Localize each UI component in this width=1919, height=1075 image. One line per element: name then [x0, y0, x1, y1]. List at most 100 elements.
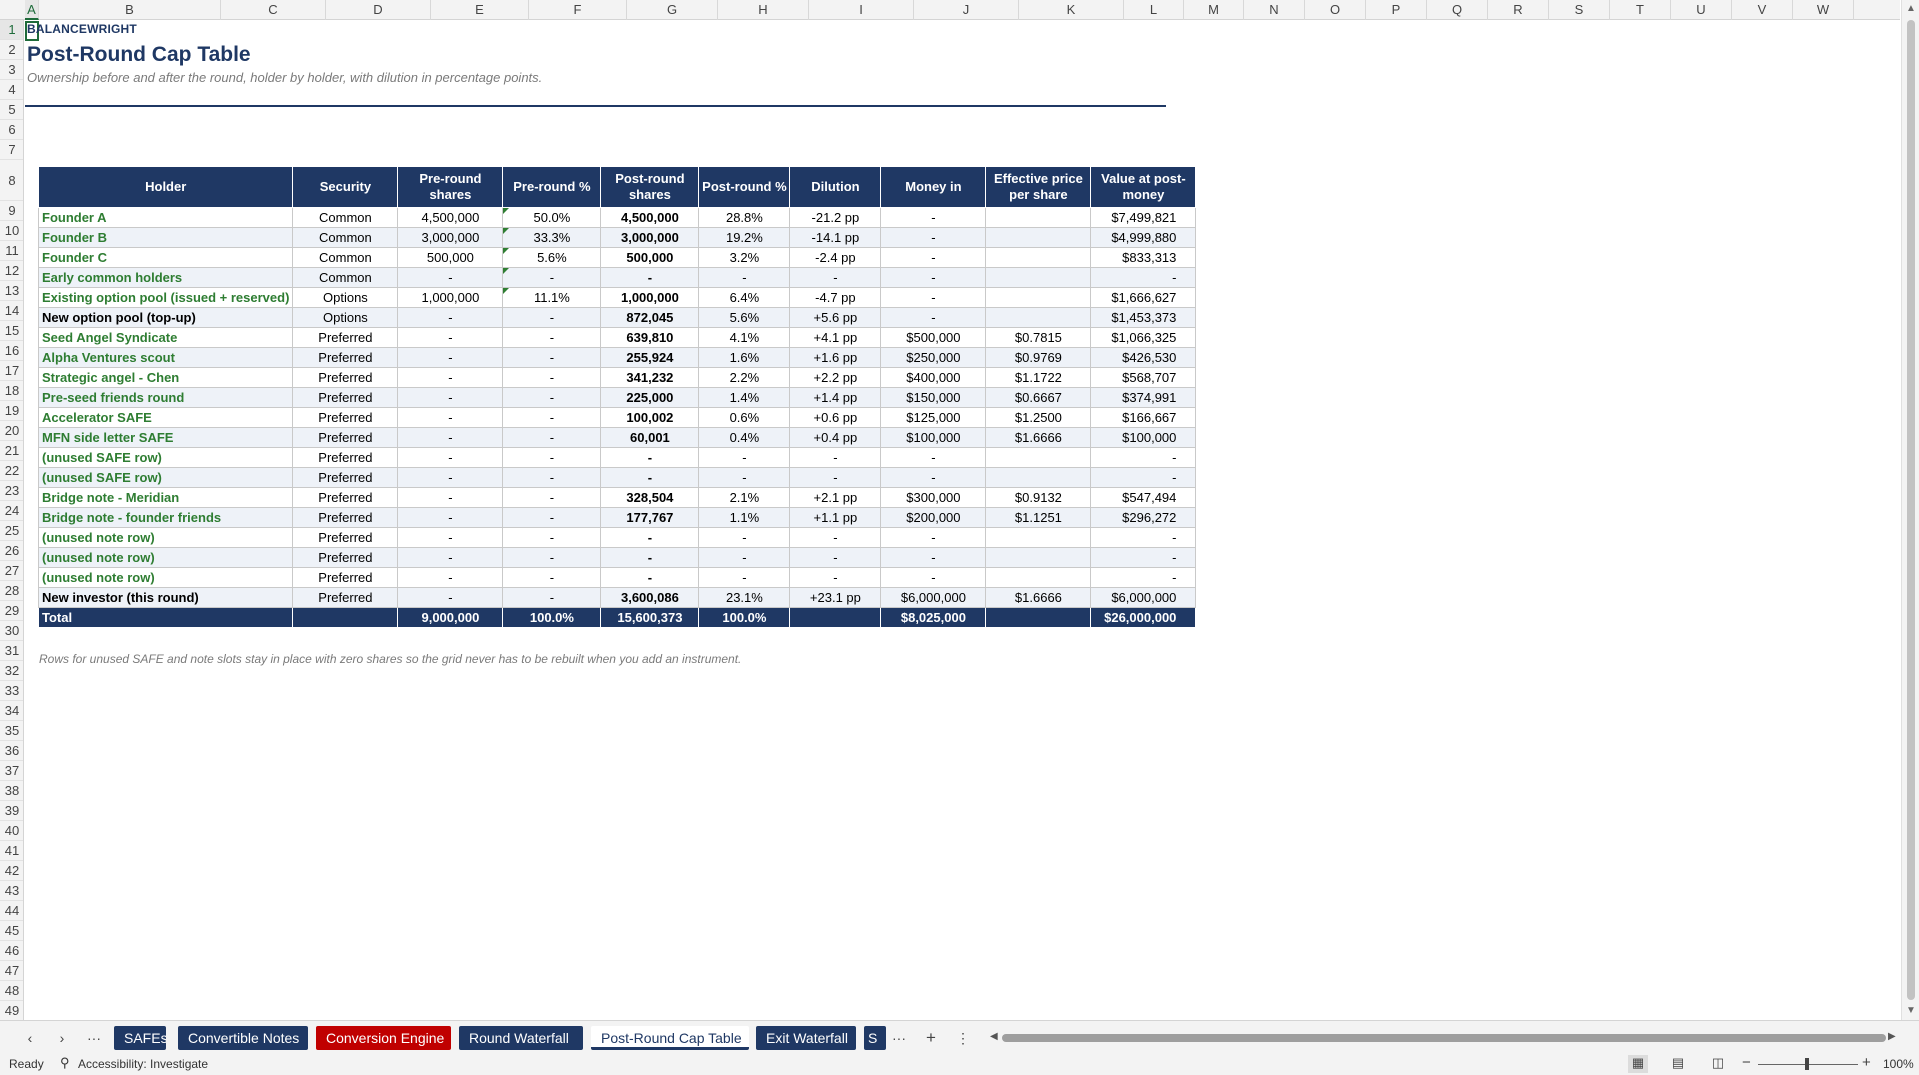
row-header-44[interactable]: 44: [0, 901, 23, 921]
table-cell[interactable]: 5.6%: [502, 247, 602, 268]
table-cell[interactable]: -: [502, 427, 602, 448]
table-cell[interactable]: $0.9769: [985, 347, 1092, 368]
holder-cell[interactable]: Accelerator SAFE: [37, 407, 294, 428]
table-cell[interactable]: Preferred: [292, 507, 399, 528]
holder-cell[interactable]: Seed Angel Syndicate: [37, 327, 294, 348]
holder-cell[interactable]: (unused note row): [37, 547, 294, 568]
table-cell[interactable]: +1.6 pp: [789, 347, 882, 368]
column-header-n[interactable]: N: [1244, 0, 1305, 20]
table-cell[interactable]: 2.1%: [698, 487, 791, 508]
table-cell[interactable]: -: [698, 467, 791, 488]
table-cell[interactable]: -: [789, 467, 882, 488]
table-cell[interactable]: -: [397, 587, 504, 608]
table-cell[interactable]: 4,500,000: [600, 207, 700, 228]
table-cell[interactable]: +2.2 pp: [789, 367, 882, 388]
table-cell[interactable]: -: [502, 527, 602, 548]
table-cell[interactable]: -14.1 pp: [789, 227, 882, 248]
holder-cell[interactable]: Pre-seed friends round: [37, 387, 294, 408]
column-header-e[interactable]: E: [431, 0, 529, 20]
table-cell[interactable]: -: [600, 447, 700, 468]
row-header-40[interactable]: 40: [0, 821, 23, 841]
row-header-15[interactable]: 15: [0, 321, 23, 341]
table-cell[interactable]: -: [502, 467, 602, 488]
row-header-20[interactable]: 20: [0, 421, 23, 441]
row-header-1[interactable]: 1: [0, 20, 23, 40]
table-cell[interactable]: $1,666,627: [1090, 287, 1197, 308]
table-cell[interactable]: -: [1090, 467, 1197, 488]
worksheet-grid[interactable]: BALANCEWRIGHT Post-Round Cap Table Owner…: [25, 21, 1900, 1020]
zoom-in-icon[interactable]: +: [1862, 1054, 1871, 1071]
table-cell[interactable]: 60,001: [600, 427, 700, 448]
table-cell[interactable]: +1.4 pp: [789, 387, 882, 408]
table-cell[interactable]: -: [789, 267, 882, 288]
row-header-22[interactable]: 22: [0, 461, 23, 481]
table-cell[interactable]: -: [880, 527, 987, 548]
table-cell[interactable]: [985, 287, 1092, 308]
table-cell[interactable]: $166,667: [1090, 407, 1197, 428]
table-cell[interactable]: $833,313: [1090, 247, 1197, 268]
row-header-7[interactable]: 7: [0, 140, 23, 160]
horizontal-scrollbar[interactable]: ◀ ▶: [990, 1031, 1898, 1043]
table-cell[interactable]: -: [600, 467, 700, 488]
scroll-down-icon[interactable]: ▼: [1902, 1005, 1919, 1016]
table-cell[interactable]: $0.9132: [985, 487, 1092, 508]
sheet-tab-post-round-cap-table[interactable]: Post-Round Cap Table: [591, 1026, 749, 1050]
column-header-s[interactable]: S: [1549, 0, 1610, 20]
table-cell[interactable]: -: [880, 567, 987, 588]
table-cell[interactable]: [985, 207, 1092, 228]
holder-cell[interactable]: Founder B: [37, 227, 294, 248]
total-cell[interactable]: 100.0%: [698, 607, 791, 628]
table-cell[interactable]: $150,000: [880, 387, 987, 408]
normal-view-icon[interactable]: ▦: [1628, 1055, 1648, 1073]
table-cell[interactable]: $0.7815: [985, 327, 1092, 348]
table-cell[interactable]: 1.6%: [698, 347, 791, 368]
row-header-24[interactable]: 24: [0, 501, 23, 521]
table-cell[interactable]: 500,000: [600, 247, 700, 268]
table-cell[interactable]: 1.4%: [698, 387, 791, 408]
table-cell[interactable]: Common: [292, 247, 399, 268]
table-cell[interactable]: -: [397, 367, 504, 388]
table-cell[interactable]: 11.1%: [502, 287, 602, 308]
zoom-out-icon[interactable]: −: [1742, 1054, 1751, 1071]
holder-cell[interactable]: (unused note row): [37, 527, 294, 548]
table-cell[interactable]: 5.6%: [698, 307, 791, 328]
table-cell[interactable]: -: [880, 247, 987, 268]
table-cell[interactable]: -: [397, 487, 504, 508]
zoom-level[interactable]: 100%: [1883, 1057, 1914, 1071]
table-cell[interactable]: -: [397, 387, 504, 408]
row-header-41[interactable]: 41: [0, 841, 23, 861]
table-cell[interactable]: -: [1090, 267, 1197, 288]
table-cell[interactable]: 3.2%: [698, 247, 791, 268]
table-cell[interactable]: -: [502, 487, 602, 508]
table-cell[interactable]: Options: [292, 307, 399, 328]
table-cell[interactable]: -: [880, 547, 987, 568]
column-header-u[interactable]: U: [1671, 0, 1732, 20]
table-cell[interactable]: Preferred: [292, 447, 399, 468]
table-cell[interactable]: 0.4%: [698, 427, 791, 448]
row-header-30[interactable]: 30: [0, 621, 23, 641]
zoom-slider-thumb[interactable]: [1805, 1058, 1809, 1070]
table-cell[interactable]: 3,000,000: [397, 227, 504, 248]
table-cell[interactable]: -: [698, 267, 791, 288]
table-cell[interactable]: $1,453,373: [1090, 307, 1197, 328]
holder-cell[interactable]: Early common holders: [37, 267, 294, 288]
table-cell[interactable]: 3,000,000: [600, 227, 700, 248]
accessibility-icon[interactable]: ⚲: [60, 1055, 70, 1071]
row-header-13[interactable]: 13: [0, 281, 23, 301]
table-cell[interactable]: Common: [292, 267, 399, 288]
table-cell[interactable]: 3,600,086: [600, 587, 700, 608]
table-cell[interactable]: -: [880, 307, 987, 328]
table-cell[interactable]: -: [502, 347, 602, 368]
row-header-27[interactable]: 27: [0, 561, 23, 581]
table-cell[interactable]: -: [880, 467, 987, 488]
table-cell[interactable]: Preferred: [292, 427, 399, 448]
row-header-45[interactable]: 45: [0, 921, 23, 941]
column-header-b[interactable]: B: [39, 0, 221, 20]
table-cell[interactable]: -: [397, 467, 504, 488]
table-cell[interactable]: 1.1%: [698, 507, 791, 528]
table-cell[interactable]: -: [502, 507, 602, 528]
row-header-10[interactable]: 10: [0, 221, 23, 241]
holder-cell[interactable]: Founder A: [37, 207, 294, 228]
holder-cell[interactable]: Founder C: [37, 247, 294, 268]
table-cell[interactable]: [985, 447, 1092, 468]
